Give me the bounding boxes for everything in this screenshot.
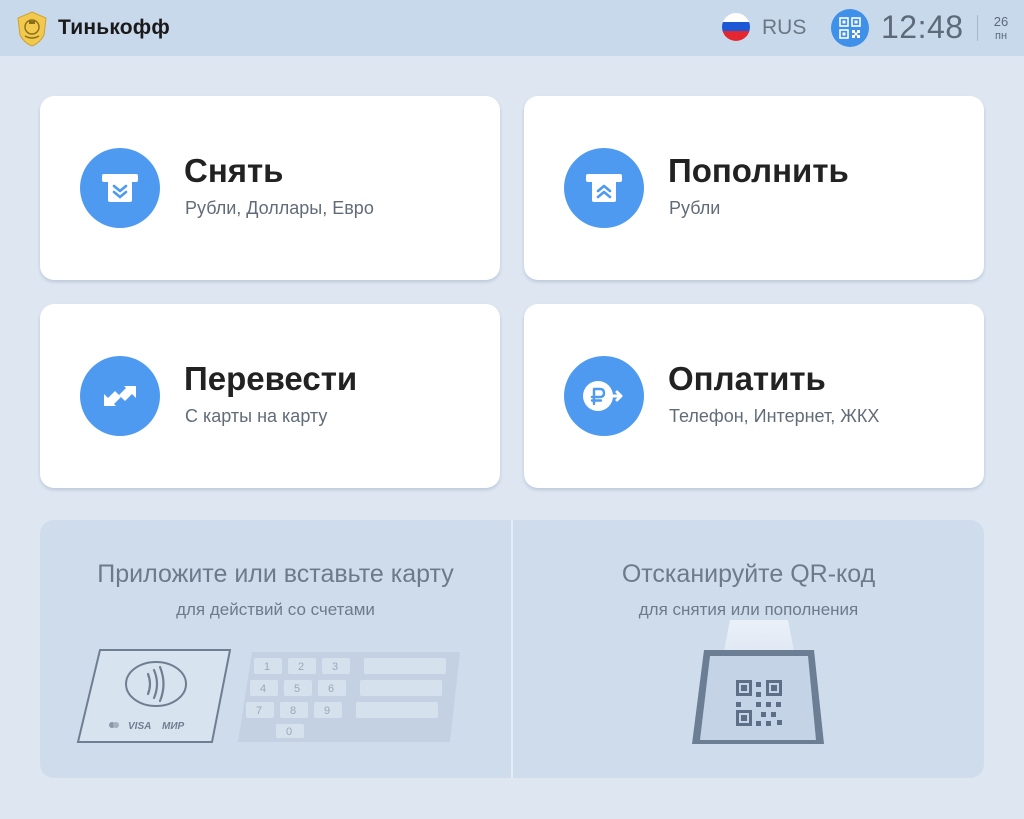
card-brand-mir: МИР — [162, 721, 185, 732]
deposit-title: Пополнить — [668, 152, 849, 189]
card-brand-visa: VISA — [128, 721, 151, 732]
pin-keypad-icon: 1 2 3 4 5 6 7 8 9 0 — [238, 652, 460, 742]
svg-text:8: 8 — [290, 705, 296, 717]
withdraw-tile[interactable]: Снять Рубли, Доллары, Евро — [40, 96, 500, 280]
svg-text:1: 1 — [264, 661, 270, 673]
clock-time: 12:48 — [881, 9, 964, 45]
ruble-pay-icon — [564, 356, 644, 436]
pay-title: Оплатить — [668, 360, 826, 397]
card-instruction-title: Приложите или вставьте карту — [97, 560, 454, 588]
transfer-subtitle: С карты на карту — [185, 406, 328, 426]
pay-tile[interactable]: Оплатить Телефон, Интернет, ЖКХ — [524, 304, 984, 488]
date-weekday: пн — [994, 30, 1008, 42]
svg-text:7: 7 — [256, 705, 262, 717]
withdraw-subtitle: Рубли, Доллары, Евро — [185, 198, 374, 218]
deposit-tile[interactable]: Пополнить Рубли — [524, 96, 984, 280]
card-instruction-subtitle: для действий со счетами — [176, 600, 375, 619]
header-divider — [977, 15, 978, 41]
qr-scan-button[interactable] — [831, 9, 869, 47]
language-selector[interactable]: RUS — [762, 16, 806, 40]
bottom-instructions-panel: Приложите или вставьте карту для действи… — [40, 520, 984, 778]
qr-instruction-subtitle: для снятия или пополнения — [638, 600, 859, 619]
contactless-card-icon: VISA МИР — [76, 649, 232, 743]
svg-text:9: 9 — [324, 705, 330, 717]
svg-text:5: 5 — [294, 683, 300, 695]
qr-instruction-title: Отсканируйте QR-код — [621, 560, 876, 588]
qr-code-icon — [839, 17, 861, 39]
svg-text:6: 6 — [328, 683, 334, 695]
svg-text:2: 2 — [298, 661, 304, 673]
atm-withdraw-icon — [80, 148, 160, 228]
transfer-title: Перевести — [184, 360, 358, 397]
phone-qr-scan-icon — [692, 620, 824, 744]
deposit-subtitle: Рубли — [669, 198, 721, 218]
transfer-arrows-icon — [80, 356, 160, 436]
top-bar: Тинькофф RUS 12:48 26 пн — [0, 0, 1024, 56]
date-day: 26 — [993, 14, 1009, 29]
tinkoff-logo-icon — [12, 9, 52, 49]
atm-deposit-icon — [564, 148, 644, 228]
brand-name: Тинькофф — [58, 16, 170, 39]
transfer-tile[interactable]: Перевести С карты на карту — [40, 304, 500, 488]
svg-text:3: 3 — [332, 661, 338, 673]
withdraw-title: Снять — [184, 152, 284, 189]
svg-text:4: 4 — [260, 683, 266, 695]
panel-separator — [511, 520, 513, 778]
svg-text:0: 0 — [286, 726, 292, 738]
pay-subtitle: Телефон, Интернет, ЖКХ — [669, 406, 880, 426]
russia-flag-icon[interactable] — [722, 13, 750, 41]
